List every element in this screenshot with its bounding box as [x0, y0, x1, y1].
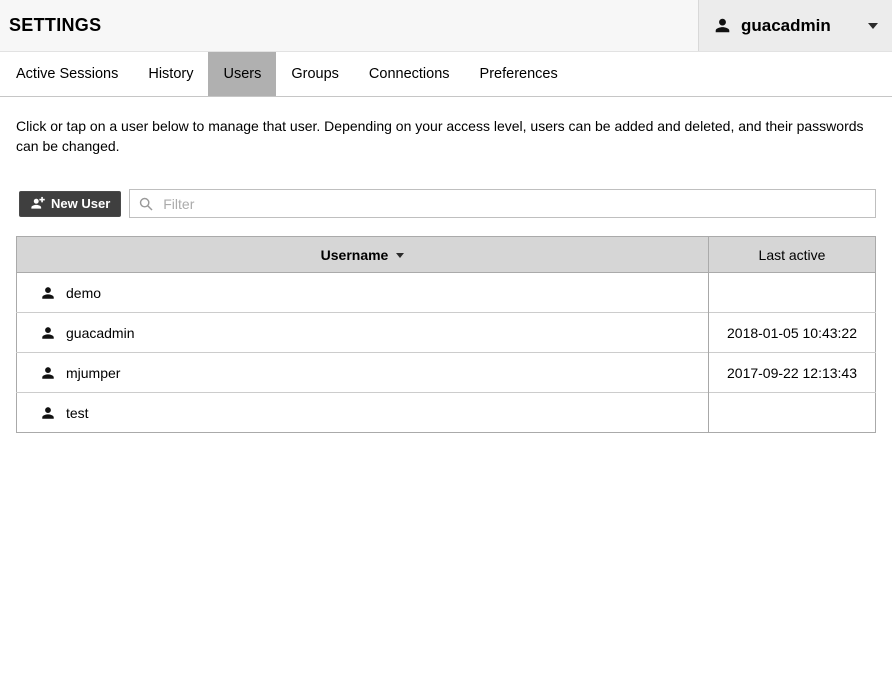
- last-active-text: 2018-01-05 10:43:22: [709, 313, 876, 353]
- user-menu-button[interactable]: guacadmin: [698, 0, 892, 51]
- username-text: demo: [66, 285, 101, 301]
- last-active-text: 2017-09-22 12:13:43: [709, 353, 876, 393]
- person-plus-icon: [30, 196, 45, 211]
- column-header-username[interactable]: Username: [17, 237, 709, 273]
- users-description: Click or tap on a user below to manage t…: [16, 116, 874, 156]
- new-user-button-label: New User: [51, 196, 110, 211]
- tab-users[interactable]: Users: [208, 52, 276, 96]
- page-title: SETTINGS: [0, 15, 101, 36]
- filter-input[interactable]: [161, 195, 867, 213]
- username-text: guacadmin: [66, 325, 135, 341]
- caret-down-icon: [868, 23, 878, 29]
- users-table: Username Last active demo: [16, 236, 876, 433]
- table-header-row: Username Last active: [17, 237, 876, 273]
- user-icon: [40, 325, 56, 341]
- user-icon: [40, 405, 56, 421]
- username-text: test: [66, 405, 89, 421]
- user-icon: [713, 16, 732, 35]
- app-header: SETTINGS guacadmin: [0, 0, 892, 52]
- user-row-demo[interactable]: demo: [17, 273, 876, 313]
- action-row: New User: [16, 189, 876, 218]
- user-menu-username: guacadmin: [741, 16, 831, 36]
- user-row-guacadmin[interactable]: guacadmin 2018-01-05 10:43:22: [17, 313, 876, 353]
- last-active-text: [709, 393, 876, 433]
- users-settings-panel: Click or tap on a user below to manage t…: [0, 116, 892, 433]
- search-icon: [138, 196, 154, 212]
- tab-groups[interactable]: Groups: [276, 52, 354, 96]
- filter-box: [129, 189, 876, 218]
- column-header-last-active[interactable]: Last active: [709, 237, 876, 273]
- tab-history[interactable]: History: [133, 52, 208, 96]
- column-header-username-label: Username: [321, 247, 389, 263]
- tab-preferences[interactable]: Preferences: [465, 52, 573, 96]
- new-user-button[interactable]: New User: [19, 191, 121, 217]
- tab-connections[interactable]: Connections: [354, 52, 465, 96]
- sort-descending-icon: [396, 253, 404, 258]
- user-row-mjumper[interactable]: mjumper 2017-09-22 12:13:43: [17, 353, 876, 393]
- username-text: mjumper: [66, 365, 120, 381]
- user-icon: [40, 365, 56, 381]
- settings-tab-bar: Active Sessions History Users Groups Con…: [0, 52, 892, 97]
- last-active-text: [709, 273, 876, 313]
- tab-active-sessions[interactable]: Active Sessions: [1, 52, 133, 96]
- user-row-test[interactable]: test: [17, 393, 876, 433]
- user-icon: [40, 285, 56, 301]
